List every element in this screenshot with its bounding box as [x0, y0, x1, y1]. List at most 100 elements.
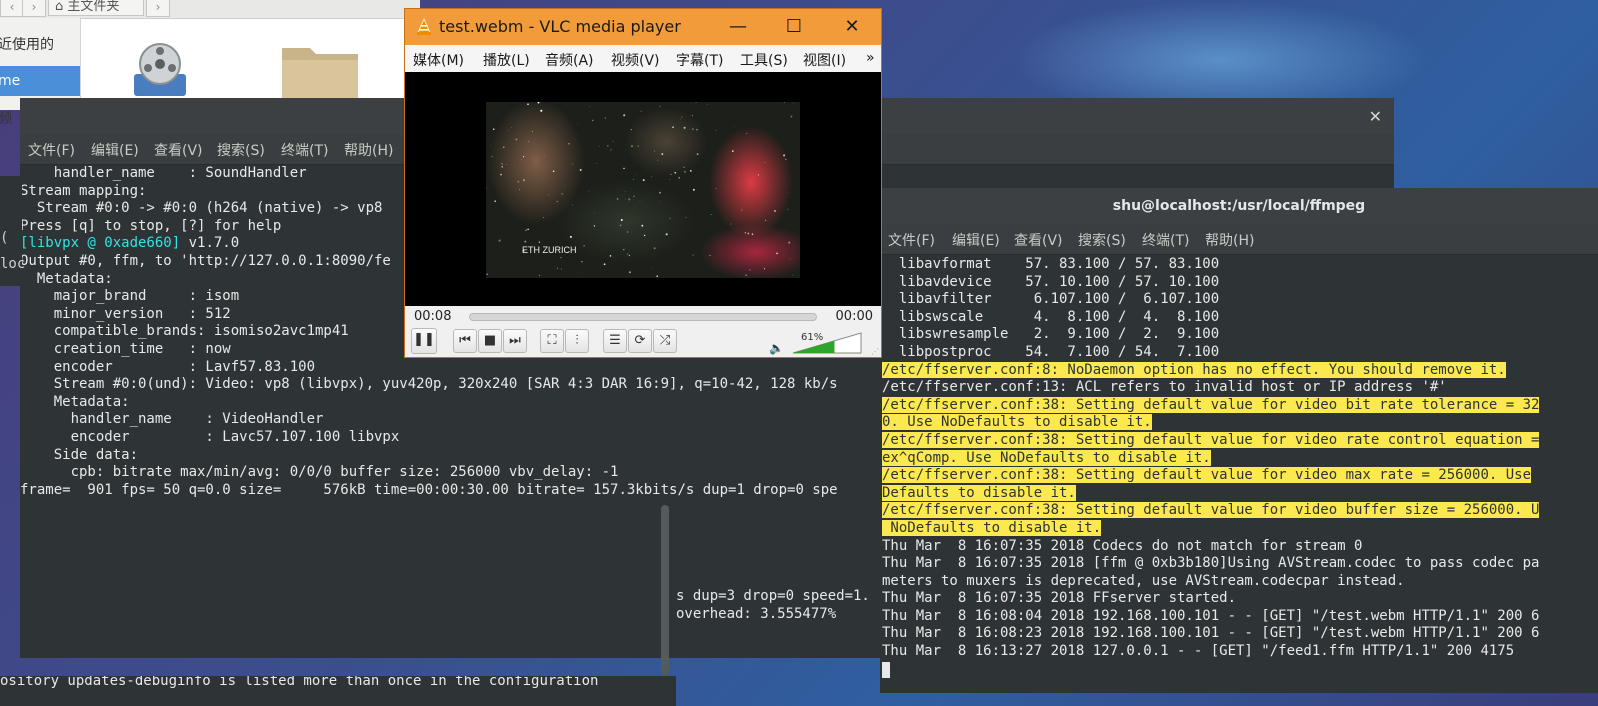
menu-search[interactable]: 搜索(S): [217, 140, 265, 160]
background-terminal-bottom: ository updates-debuginfo is listed more…: [0, 676, 676, 706]
file-manager-sidebar: 近使用的 me 频: [0, 18, 81, 127]
star: [517, 180, 520, 183]
star: [494, 200, 497, 203]
video-file-icon[interactable]: [130, 40, 190, 100]
playlist-button[interactable]: ☰: [603, 329, 627, 353]
terminal-line: Thu Mar 8 16:07:35 2018 [ffm @ 0xb3b180]…: [882, 555, 1598, 573]
close-icon[interactable]: ✕: [1369, 107, 1382, 126]
extended-settings-button[interactable]: ⫶: [565, 329, 589, 353]
file-manager-window: ‹ › ⌂ 主文件夹 › 近使用的 me 频: [0, 0, 420, 127]
star: [604, 117, 607, 119]
warning-text: /etc/ffserver.conf:38: Setting default v…: [882, 467, 1532, 484]
star: [792, 274, 794, 276]
vlc-title: test.webm - VLC media player: [439, 17, 681, 36]
star: [607, 145, 609, 147]
terminal-text: libavformat 57. 83.100 / 57. 83.100: [882, 256, 1220, 272]
menu-overflow-icon[interactable]: »: [866, 50, 875, 66]
sidebar-item-recent[interactable]: 近使用的: [0, 30, 80, 60]
random-button[interactable]: ⤮: [653, 329, 677, 353]
star: [632, 179, 634, 181]
back-button[interactable]: ‹: [0, 0, 24, 17]
star: [651, 175, 653, 177]
terminal-2-output[interactable]: libavformat 57. 83.100 / 57. 83.100 liba…: [882, 256, 1598, 686]
minimize-button[interactable]: —: [723, 15, 753, 39]
pause-button[interactable]: ❚❚: [411, 328, 437, 354]
menu-audio[interactable]: 音频(A): [545, 50, 594, 70]
terminal-line: Thu Mar 8 16:07:35 2018 FFserver started…: [882, 590, 1598, 608]
star: [624, 190, 626, 192]
star: [744, 232, 747, 234]
next-button[interactable]: ⏭: [503, 329, 527, 353]
terminal-line: Thu Mar 8 16:13:27 2018 127.0.0.1 - - [G…: [882, 643, 1598, 661]
star: [669, 179, 671, 180]
star: [715, 188, 717, 190]
menu-view[interactable]: 视图(I): [803, 50, 846, 70]
star: [776, 252, 778, 255]
menu-media[interactable]: 媒体(M): [413, 50, 464, 70]
video-caption: ETH ZURICH: [522, 245, 577, 255]
menu-file[interactable]: 文件(F): [28, 140, 75, 160]
menu-playback[interactable]: 播放(L): [483, 50, 530, 70]
warning-text: 0. Use NoDefaults to disable it.: [882, 414, 1152, 431]
menu-file[interactable]: 文件(F): [888, 230, 935, 250]
vlc-video-area[interactable]: ETH ZURICH: [405, 72, 881, 306]
background-terminal-text: s dup=3 drop=0 speed=1. overhead: 3.55547…: [676, 588, 876, 623]
menu-edit[interactable]: 编辑(E): [952, 230, 1000, 250]
warning-text: Defaults to disable it.: [882, 484, 1076, 501]
star: [788, 241, 791, 244]
menu-view[interactable]: 查看(V): [154, 140, 203, 160]
fullscreen-button[interactable]: ⛶: [540, 329, 564, 353]
star: [640, 110, 642, 112]
star: [732, 150, 734, 152]
menu-subtitle[interactable]: 字幕(T): [676, 50, 723, 70]
star: [486, 273, 488, 275]
path-next-button[interactable]: ›: [146, 0, 170, 17]
star: [692, 188, 695, 191]
star: [660, 201, 662, 203]
remaining-time[interactable]: 00:00: [836, 309, 873, 324]
star: [486, 187, 487, 189]
vlc-titlebar[interactable]: test.webm - VLC media player — ☐ ✕: [405, 9, 881, 45]
forward-button[interactable]: ›: [22, 0, 46, 17]
sidebar-item-home[interactable]: me: [0, 66, 80, 96]
warning-text: /etc/ffserver.conf:38: Setting default v…: [882, 431, 1540, 448]
resize-grip-icon[interactable]: ⋰: [871, 347, 879, 356]
star: [500, 173, 502, 176]
menu-search[interactable]: 搜索(S): [1078, 230, 1126, 250]
star: [745, 274, 748, 277]
terminal-text: Thu Mar 8 16:13:27 2018 127.0.0.1 - - [G…: [882, 643, 1515, 660]
star: [525, 229, 527, 232]
seek-bar[interactable]: [469, 313, 817, 321]
maximize-button[interactable]: ☐: [779, 15, 809, 39]
menu-terminal[interactable]: 终端(T): [281, 140, 328, 160]
star: [681, 116, 683, 118]
menu-help[interactable]: 帮助(H): [344, 140, 393, 160]
path-bar-home[interactable]: ⌂ 主文件夹: [48, 0, 144, 16]
terminal-line: Side data:: [20, 446, 139, 463]
menu-video[interactable]: 视频(V): [611, 50, 660, 70]
folder-icon[interactable]: [280, 42, 360, 102]
close-button[interactable]: ✕: [837, 15, 867, 39]
terminal-text: libavdevice 57. 10.100 / 57. 10.100: [882, 273, 1220, 290]
menu-edit[interactable]: 编辑(E): [91, 140, 139, 160]
previous-button[interactable]: ⏮: [453, 329, 477, 353]
terminal-text: libavfilter 6.107.100 / 6.107.100: [882, 291, 1220, 308]
star: [789, 258, 791, 260]
terminal-line: encoder : Lavc57.107.100 libvpx: [20, 428, 400, 445]
menu-view[interactable]: 查看(V): [1014, 230, 1063, 250]
star: [561, 193, 563, 195]
menu-tools[interactable]: 工具(S): [740, 50, 788, 70]
terminal-line: handler_name : VideoHandler: [20, 411, 324, 428]
stop-button[interactable]: ■: [478, 329, 502, 353]
vlc-menubar: 媒体(M) 播放(L) 音频(A) 视频(V) 字幕(T) 工具(S) 视图(I…: [405, 45, 881, 72]
loop-button[interactable]: ⟳: [628, 329, 652, 353]
star: [657, 159, 659, 161]
star: [603, 263, 606, 266]
star: [706, 104, 708, 105]
speaker-icon[interactable]: 🔈: [769, 341, 784, 355]
vlc-cone-icon: [417, 18, 431, 35]
terminal-1-scrollbar[interactable]: [661, 505, 669, 675]
terminal-line: 0. Use NoDefaults to disable it.: [882, 414, 1598, 432]
menu-terminal[interactable]: 终端(T): [1142, 230, 1189, 250]
menu-help[interactable]: 帮助(H): [1205, 230, 1254, 250]
